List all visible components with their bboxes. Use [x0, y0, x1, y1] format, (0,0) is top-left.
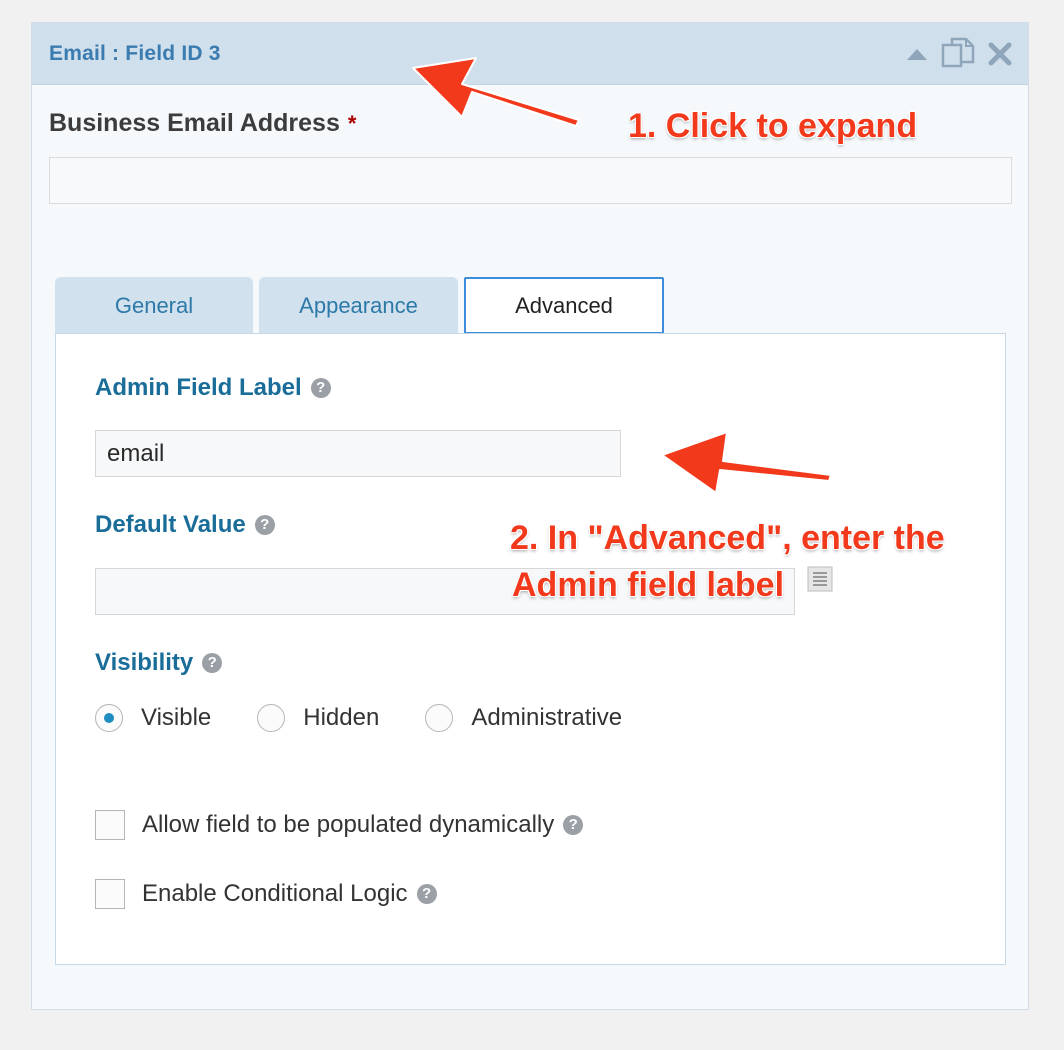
annotation-step2-line2: Admin field label: [512, 566, 785, 604]
arrow-1-icon: [412, 57, 580, 127]
arrow-2-icon: [661, 431, 832, 494]
annotation-step1: 1. Click to expand: [628, 107, 918, 145]
annotation-step2-line1: 2. In "Advanced", enter the: [510, 519, 945, 557]
